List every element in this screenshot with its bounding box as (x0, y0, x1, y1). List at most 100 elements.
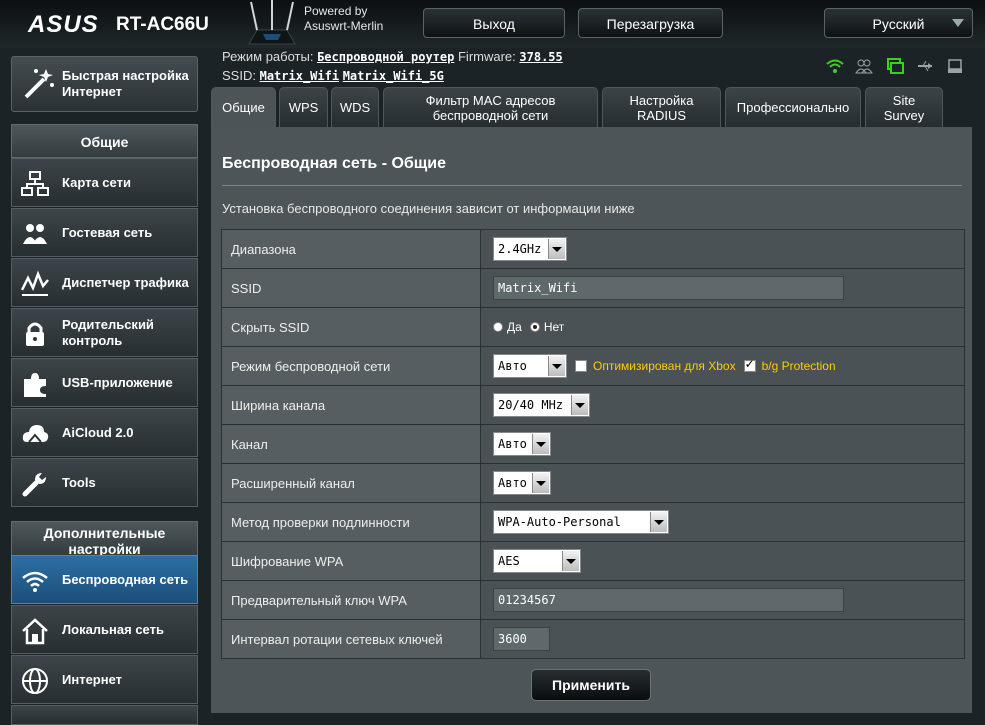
table-row: Расширенный канал Авто (222, 464, 964, 503)
wrench-icon (22, 473, 46, 497)
tab-radius[interactable]: Настройка RADIUS (602, 87, 721, 127)
table-row: Ширина канала 20/40 MHz (222, 386, 964, 425)
chevron-down-icon (650, 512, 667, 532)
magic-wand-icon (24, 69, 54, 99)
sidebar-item-label: Диспетчер трафика (62, 274, 189, 290)
wireless-mode-select[interactable]: Авто (493, 354, 567, 378)
chevron-down-icon (532, 473, 549, 493)
language-value: Русский (872, 16, 925, 32)
router-model: RT-AC66U (116, 14, 209, 35)
tab-professional[interactable]: Профессионально (725, 87, 861, 127)
channel-width-select[interactable]: 20/40 MHz (493, 393, 590, 417)
ssid-input[interactable]: Matrix_Wifi (493, 276, 844, 300)
tab-general[interactable]: Общие (211, 87, 276, 127)
powered-by: Powered by Asuswrt-Merlin (304, 4, 383, 34)
hide-ssid-no-radio[interactable] (529, 322, 540, 332)
band-label: Диапазона (222, 230, 481, 268)
network-map-icon (21, 171, 49, 196)
sidebar-item-tools[interactable]: Tools (11, 458, 198, 507)
sidebar-item-aicloud[interactable]: AiCloud 2.0 (11, 408, 198, 457)
sidebar-item-label: USB-приложение (62, 374, 173, 390)
mode-label: Режим работы: (222, 49, 314, 64)
table-row: SSID Matrix_Wifi (222, 269, 964, 308)
wpa-encryption-value: AES (498, 554, 520, 568)
chevron-down-icon (562, 551, 579, 571)
settings-table: Диапазона 2.4GHz SSID Matrix_Wifi Скрыть… (221, 229, 965, 659)
logout-button[interactable]: Выход (423, 8, 565, 38)
sidebar-item-guest-network[interactable]: Гостевая сеть (11, 208, 198, 257)
powered-by-label: Powered by (304, 4, 368, 18)
sidebar-item-parental-control[interactable]: Родительский контроль (11, 308, 198, 357)
chevron-down-icon (548, 239, 565, 259)
puzzle-icon (24, 373, 46, 397)
tab-mac-filter[interactable]: Фильтр MAC адресов беспроводной сети (383, 87, 598, 127)
general-section-header: Общие (11, 124, 198, 158)
auth-method-select[interactable]: WPA-Auto-Personal (493, 510, 669, 534)
apply-button[interactable]: Применить (531, 669, 651, 701)
xbox-checkbox[interactable] (575, 360, 587, 372)
guest-network-icon (23, 224, 47, 244)
tab-wds[interactable]: WDS (331, 87, 379, 127)
psk-input[interactable]: 01234567 (493, 588, 844, 612)
wireless-mode-value: Авто (498, 359, 527, 373)
wpa-encryption-select[interactable]: AES (493, 549, 581, 573)
ext-channel-label: Расширенный канал (222, 464, 481, 502)
sidebar-item-lan[interactable]: Локальная сеть (11, 605, 198, 654)
printer-icon[interactable] (946, 57, 964, 75)
ssid-line: SSID: Matrix_Wifi Matrix_Wifi_5G (222, 68, 444, 83)
cloud-icon (22, 425, 49, 443)
sidebar-item-next[interactable] (11, 705, 198, 725)
rekey-interval-label: Интервал ротации сетевых ключей (222, 620, 481, 658)
router-image-icon (248, 0, 296, 45)
sidebar-item-wireless[interactable]: Беспроводная сеть (11, 555, 198, 604)
channel-width-value: 20/40 MHz (498, 398, 564, 412)
hide-ssid-no-label: Нет (543, 320, 565, 334)
clients-icon[interactable] (855, 57, 873, 75)
language-select[interactable]: Русский (824, 8, 973, 38)
ext-channel-value: Авто (498, 476, 527, 490)
parental-lock-icon (26, 322, 44, 346)
rekey-interval-input[interactable]: 3600 (493, 627, 550, 651)
chevron-down-icon (952, 19, 964, 27)
sidebar-item-network-map[interactable]: Карта сети (11, 158, 198, 207)
auth-method-value: WPA-Auto-Personal (498, 515, 621, 529)
firmware-link[interactable]: 378.55 (519, 50, 562, 64)
channel-width-label: Ширина канала (222, 386, 481, 424)
hide-ssid-yes-radio[interactable] (493, 322, 503, 332)
wifi-status-icon[interactable] (826, 57, 844, 75)
quick-setup-button[interactable]: Быстрая настройка Интернет (11, 56, 198, 112)
wireless-mode-label: Режим беспроводной сети (222, 347, 481, 385)
tab-wps[interactable]: WPS (279, 87, 328, 127)
chevron-down-icon (571, 395, 588, 415)
page-description: Установка беспроводного соединения завис… (222, 201, 635, 216)
bg-protection-label: b/g Protection (761, 359, 836, 373)
tab-site-survey[interactable]: Site Survey (865, 87, 943, 127)
firmware-label: Firmware: (457, 49, 516, 64)
sidebar-item-label: Tools (62, 474, 96, 490)
sidebar-item-label: Гостевая сеть (62, 224, 153, 240)
band-select[interactable]: 2.4GHz (493, 237, 567, 261)
ssid-link-5g[interactable]: Matrix_Wifi_5G (343, 69, 444, 83)
sidebar-item-usb-app[interactable]: USB-приложение (11, 358, 198, 407)
sidebar-item-internet[interactable]: Интернет (11, 655, 198, 704)
hide-ssid-yes-label: Да (507, 320, 522, 334)
ext-channel-select[interactable]: Авто (493, 471, 551, 495)
sidebar-item-traffic-manager[interactable]: Диспетчер трафика (11, 258, 198, 307)
sidebar-item-label: Локальная сеть (62, 621, 164, 637)
table-row: Режим беспроводной сети Авто Оптимизиров… (222, 347, 964, 386)
psk-label: Предварительный ключ WPA (222, 581, 481, 619)
wpa-encryption-label: Шифрование WPA (222, 542, 481, 580)
quick-setup-label: Быстрая настройка Интернет (62, 68, 189, 99)
hide-ssid-label: Скрыть SSID (222, 308, 481, 346)
ssid-link-24[interactable]: Matrix_Wifi (260, 69, 339, 83)
reboot-button[interactable]: Перезагрузка (578, 8, 723, 38)
bg-protection-checkbox[interactable] (743, 357, 756, 372)
wifi-icon (22, 571, 48, 592)
band-value: 2.4GHz (498, 242, 542, 256)
channel-select[interactable]: Авто (493, 432, 551, 456)
internet-status-icon[interactable] (886, 57, 904, 75)
mode-link[interactable]: Беспроводной роутер (317, 50, 454, 64)
operation-mode-line: Режим работы: Беспроводной роутер Firmwa… (222, 49, 563, 64)
usb-icon[interactable] (916, 57, 934, 75)
home-icon (22, 618, 48, 645)
